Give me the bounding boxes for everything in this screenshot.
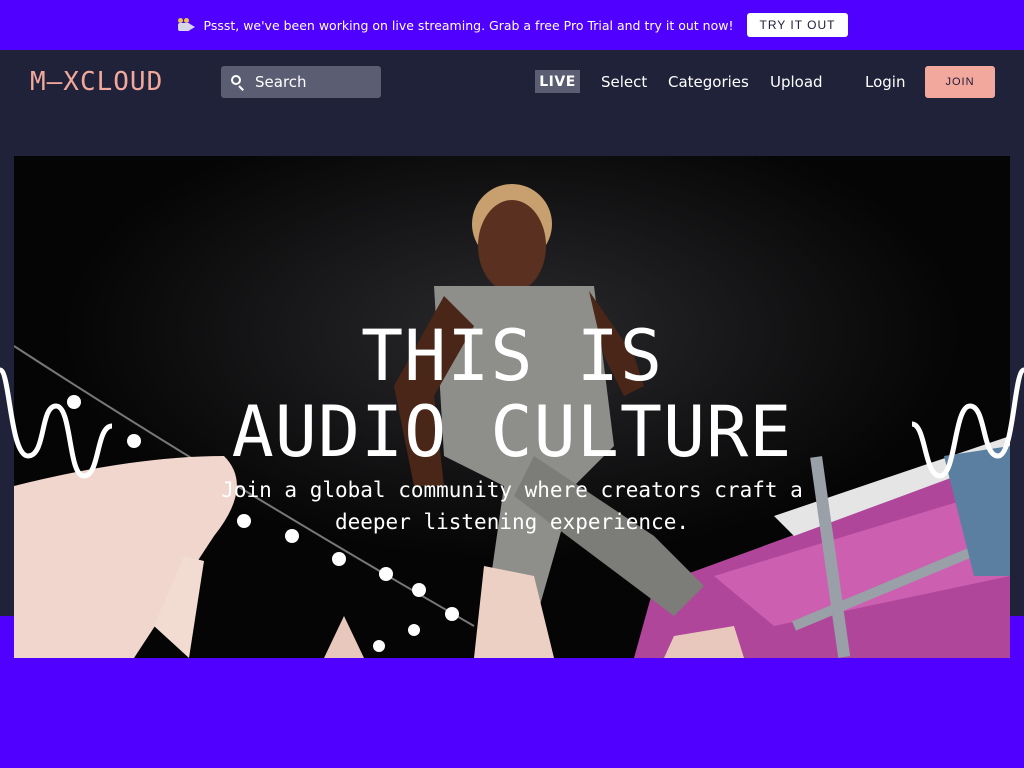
search-icon bbox=[221, 66, 253, 98]
mixcloud-logo[interactable]: M—XCLOUD bbox=[30, 67, 202, 97]
search-input[interactable] bbox=[253, 73, 373, 91]
hero-headline-line-1: THIS IS bbox=[360, 315, 663, 397]
site-header: M—XCLOUD LIVE Select Categories Upload L… bbox=[0, 50, 1024, 114]
hero-subheading-line-2: deeper listening experience. bbox=[334, 510, 689, 534]
nav-select[interactable]: Select bbox=[601, 72, 647, 92]
live-link[interactable]: LIVE bbox=[535, 70, 580, 93]
nav-upload[interactable]: Upload bbox=[770, 72, 823, 92]
join-button[interactable]: JOIN bbox=[925, 66, 995, 98]
hero-headline-line-2: AUDIO CULTURE bbox=[231, 391, 793, 473]
try-it-out-button[interactable]: TRY IT OUT bbox=[747, 13, 848, 37]
promo-banner: Pssst, we've been working on live stream… bbox=[0, 0, 1024, 50]
search-box[interactable] bbox=[221, 66, 381, 98]
film-camera-icon bbox=[177, 18, 195, 32]
nav-categories[interactable]: Categories bbox=[668, 72, 749, 92]
hero-subheading-line-1: Join a global community where creators c… bbox=[221, 478, 803, 502]
promo-text: Pssst, we've been working on live stream… bbox=[203, 17, 734, 33]
login-link[interactable]: Login bbox=[865, 72, 905, 92]
